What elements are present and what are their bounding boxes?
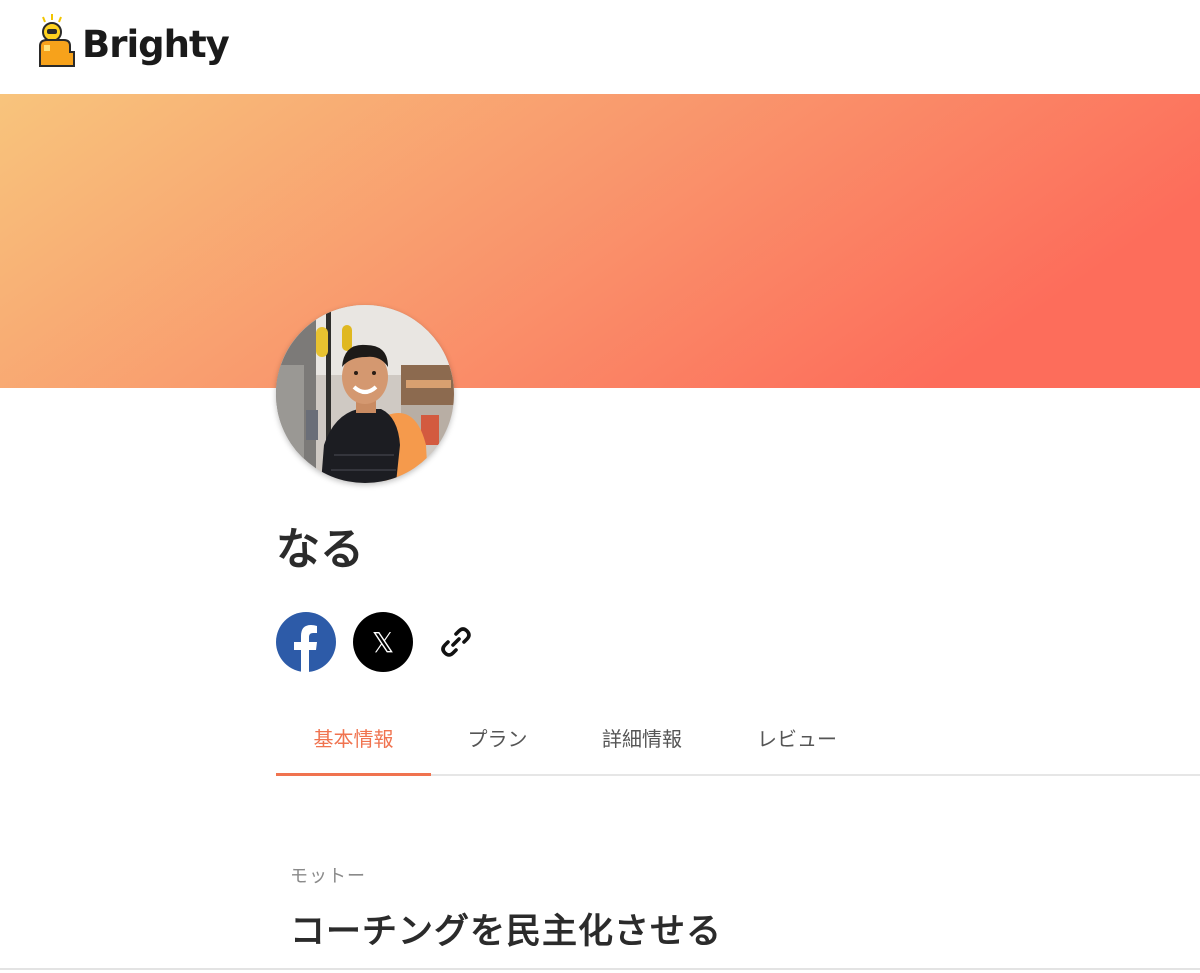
copy-link-button[interactable] <box>432 618 480 666</box>
x-button[interactable]: 𝕏 <box>353 612 413 672</box>
link-icon <box>441 627 471 657</box>
avatar-photo <box>276 305 454 483</box>
facebook-icon <box>294 625 317 672</box>
profile-tabs: 基本情報 プラン 詳細情報 レビュー <box>276 704 1200 776</box>
motto-text: コーチングを民主化させる <box>290 912 723 952</box>
x-icon: 𝕏 <box>371 625 395 659</box>
tab-details[interactable]: 詳細情報 <box>576 704 708 774</box>
brighty-logo[interactable]: Brighty <box>34 12 230 74</box>
profile-banner <box>0 94 1200 388</box>
motto-label: モットー <box>290 866 366 887</box>
profile-name: なる <box>276 524 364 575</box>
logo-wordmark: Brighty <box>82 23 230 66</box>
facebook-button[interactable] <box>276 612 336 672</box>
tab-basic-info[interactable]: 基本情報 <box>276 704 431 776</box>
tab-reviews[interactable]: レビュー <box>738 704 856 774</box>
divider <box>0 968 1200 970</box>
profile-page: Brighty なる 𝕏 基本情報 プラン 詳細情報 レビュー モットー コーチ… <box>0 0 1200 973</box>
site-header: Brighty <box>0 0 1200 94</box>
tab-plans[interactable]: プラン <box>440 704 555 774</box>
profile-avatar <box>276 305 454 483</box>
brighty-logo-icon <box>39 14 75 67</box>
